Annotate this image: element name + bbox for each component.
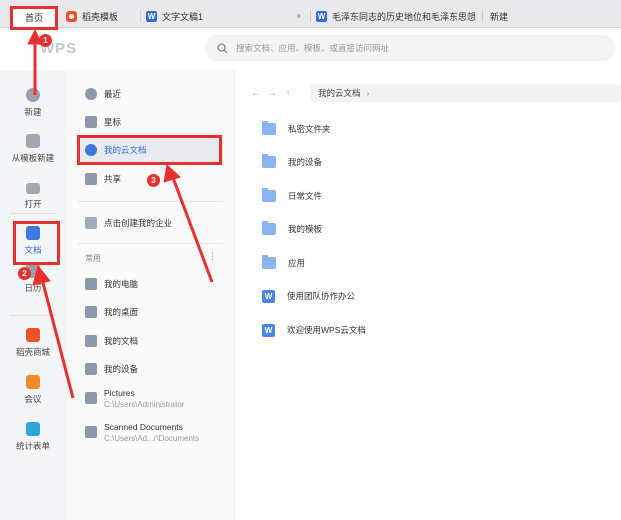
- annotation-badge-3: 3: [147, 174, 160, 187]
- annotation-badge-2: 2: [18, 267, 31, 280]
- annotation-arrowhead-3: [163, 164, 181, 183]
- annotation-arrows: [27, 28, 214, 399]
- annotation-badge-1: 1: [39, 34, 52, 47]
- annotation-arrow-2: [40, 278, 75, 399]
- annotation-arrow-3: [170, 174, 214, 283]
- annotation-arrowhead-2: [32, 264, 51, 286]
